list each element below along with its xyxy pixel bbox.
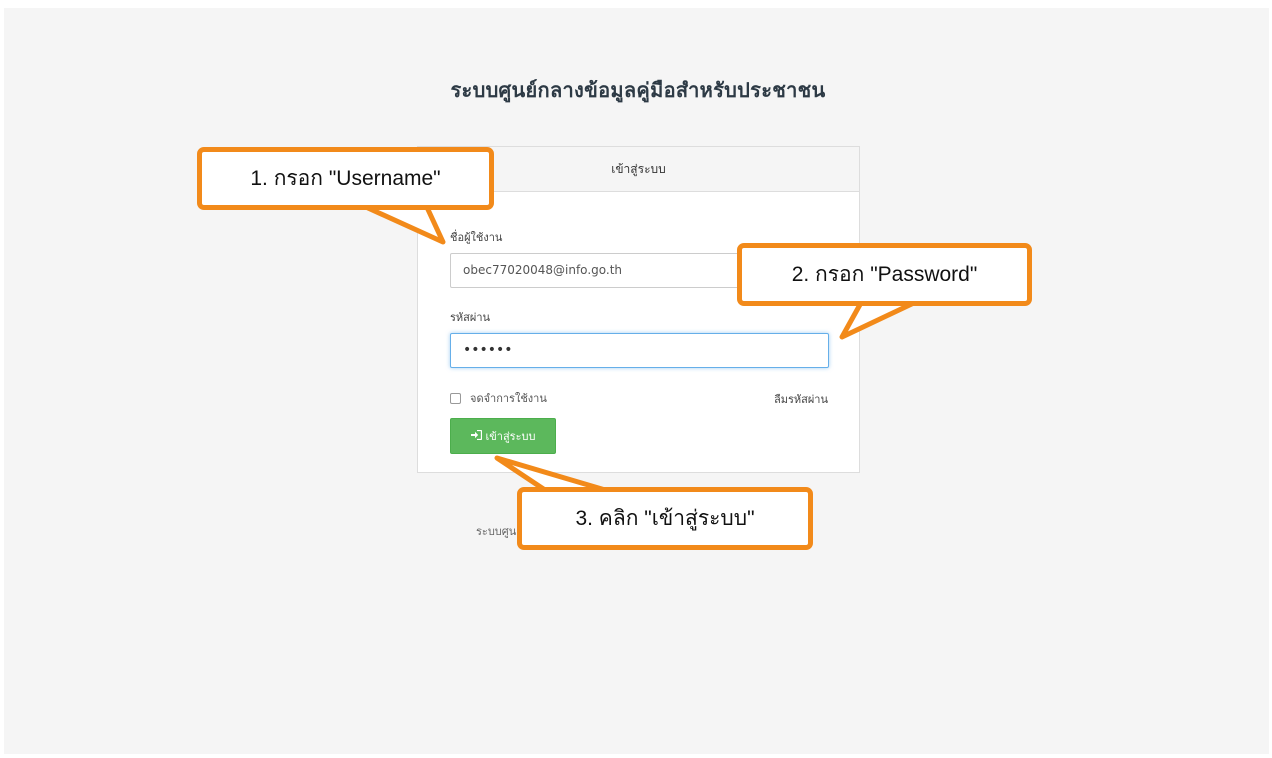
callout-step-2: 2. กรอก "Password" — [737, 243, 1032, 306]
callout-step-1: 1. กรอก "Username" — [197, 147, 494, 210]
callout-tails — [354, 200, 921, 495]
callout-step-1-text: 1. กรอก "Username" — [250, 167, 441, 190]
callout-step-3: 3. คลิก "เข้าสู่ระบบ" — [517, 487, 813, 550]
callout-step-3-text: 3. คลิก "เข้าสู่ระบบ" — [575, 507, 755, 530]
callout-tail-2 — [839, 298, 921, 340]
callout-step-2-text: 2. กรอก "Password" — [791, 263, 978, 286]
